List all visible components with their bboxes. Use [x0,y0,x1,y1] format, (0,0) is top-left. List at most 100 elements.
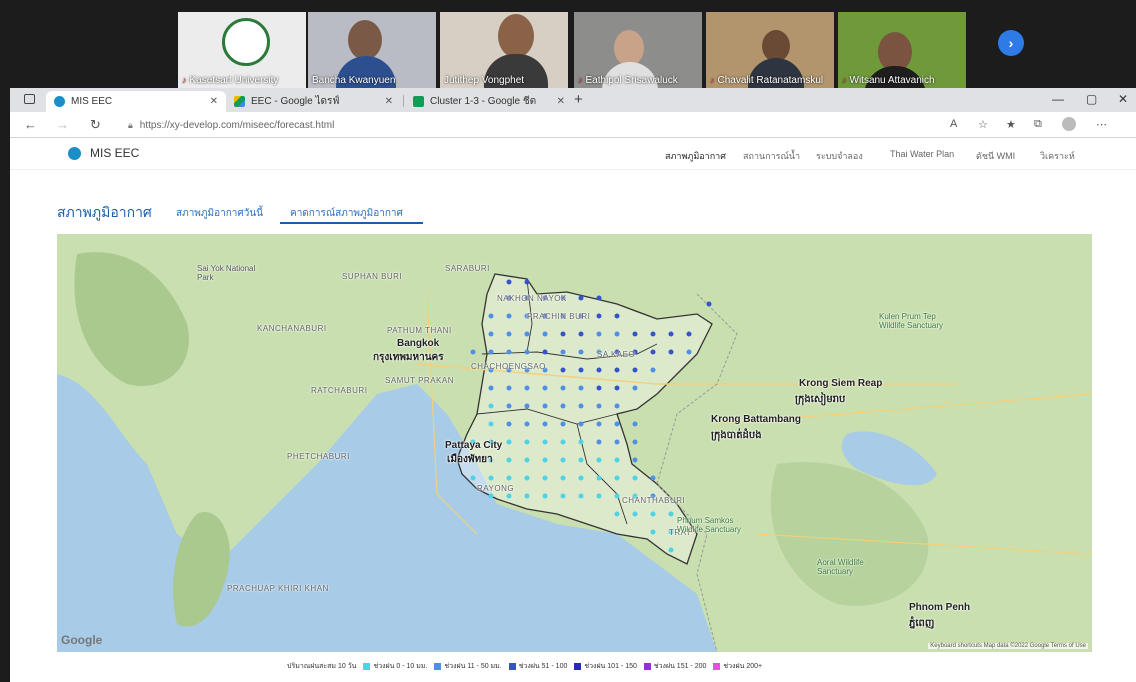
rain-point [686,349,692,355]
rainfall-forecast-map[interactable]: SUPHAN BURI SARABURI KANCHANABURI PATHUM… [57,234,1092,652]
nav-water-situation[interactable]: สถานการณ์น้ำ [743,149,800,163]
map-label-siem-reap: Krong Siem Reap [799,378,883,389]
minimize-icon[interactable]: — [1052,92,1064,106]
favorites-icon[interactable]: ★ [1006,118,1016,131]
video-tile-2[interactable]: Bancha Kwanyuen [308,12,436,88]
map-label-prachuap: PRACHUAP KHIRI KHAN [227,584,329,593]
nav-simulation[interactable]: ระบบจำลอง [816,149,863,163]
rain-point [524,457,530,463]
video-tile-4[interactable]: ♪ Eathipol Srisawaluck [574,12,702,88]
participant-face [614,30,644,66]
profile-avatar[interactable] [1062,117,1076,131]
rain-point [506,457,512,463]
close-icon[interactable]: ✕ [385,96,393,107]
window-edge [0,0,10,682]
tab-label: EEC - Google ไดรฟ์ [251,96,340,107]
nav-climate[interactable]: สภาพภูมิอากาศ [665,149,726,163]
rain-point [632,511,638,517]
collections-icon[interactable]: ⧉ [1034,118,1042,131]
tab-actions-icon[interactable] [24,94,35,104]
rain-point [506,439,512,445]
rain-point [596,475,602,481]
rain-point [560,367,566,373]
map-label-rayong: RAYONG [477,484,515,493]
rain-point [506,331,512,337]
video-tile-5[interactable]: ♪ Chavalit Ratanatamskul [706,12,834,88]
more-menu-icon[interactable]: ⋯ [1096,118,1107,131]
map-label-phnum-samkos: Phnum Samkos Wildlife Sanctuary [677,516,742,534]
rain-point [524,475,530,481]
chevron-right-icon[interactable]: › [998,30,1024,56]
legend-label: ช่วงฝน 11 - 50 มม. [444,662,502,670]
rain-point [560,421,566,427]
rain-point [596,439,602,445]
rain-point [560,385,566,391]
rain-point [506,475,512,481]
close-icon[interactable]: ✕ [557,96,565,107]
rain-point [578,331,584,337]
muted-mic-icon: ♪ [578,75,583,85]
rain-point [560,349,566,355]
tab-climate-forecast[interactable]: คาดการณ์สภาพภูมิอากาศ [290,206,403,221]
legend-swatch [574,662,582,670]
rain-point [578,421,584,427]
rain-point [596,367,602,373]
reload-icon[interactable]: ↻ [90,117,101,133]
legend-item: ช่วงฝน 0 - 10 มม. [363,661,427,672]
app-navbar: MIS EEC สภาพภูมิอากาศ สถานการณ์น้ำ ระบบจ… [10,138,1136,170]
rain-point [524,403,530,409]
rain-point [524,349,530,355]
tab-climate-today[interactable]: สภาพภูมิอากาศวันนี้ [176,206,263,221]
rain-point [524,439,530,445]
rain-point [542,421,548,427]
rain-point [614,367,620,373]
rain-point [506,385,512,391]
legend-label: ช่วงฝน 51 - 100 [518,662,568,670]
rain-point [560,331,566,337]
page-title: สภาพภูมิอากาศ [57,204,152,220]
legend-swatch [363,662,371,670]
rain-point [596,331,602,337]
browser-tab-mis-eec[interactable]: MIS EEC ✕ [46,91,226,112]
rain-point [542,349,548,355]
new-tab-plus-icon[interactable]: + [574,91,583,108]
rain-point [560,457,566,463]
map-label-chachoengsao: CHACHOENGSAO [471,362,546,371]
rain-point [524,493,530,499]
active-tab-indicator [280,222,423,224]
rain-point [524,385,530,391]
video-tile-6[interactable]: ♪ Witsanu Attavanich [838,12,966,88]
participant-name-3: Jutithep Vongphet [444,75,525,86]
rain-point [560,493,566,499]
app-title[interactable]: MIS EEC [90,146,139,160]
read-aloud-icon[interactable]: A [950,118,957,130]
participant-name-6: ♪ Witsanu Attavanich [842,75,935,86]
muted-mic-icon: ♪ [182,75,187,85]
add-favorite-icon[interactable]: ☆ [978,118,988,131]
map-label-siem-reap-km: ក្រុងសៀមរាប [795,394,846,405]
rain-point [578,439,584,445]
nav-wmi-index[interactable]: ดัชนี WMI [976,149,1015,163]
participant-face [348,20,382,60]
browser-tab-sheets[interactable]: Cluster 1-3 - Google ชีต ✕ [405,91,573,112]
close-icon[interactable]: ✕ [210,96,218,107]
video-call-strip: ♪ Kasetsart University Bancha Kwanyuen Ju… [10,0,1136,88]
url-input[interactable]: 🔒︎ https://xy-develop.com/miseec/forecas… [128,116,948,134]
window-close-icon[interactable]: ✕ [1118,92,1128,106]
legend-prefix: ปริมาณฝนสะสม 10 วัน [287,661,356,672]
nav-thai-water-plan[interactable]: Thai Water Plan [890,149,954,159]
back-arrow-icon[interactable]: ← [24,117,37,132]
maximize-icon[interactable]: ▢ [1086,92,1097,106]
rain-point [596,385,602,391]
video-tile-1[interactable]: ♪ Kasetsart University [178,12,306,88]
map-label-battambang: Krong Battambang [711,414,801,425]
video-tile-3[interactable]: Jutithep Vongphet [440,12,568,88]
tab-divider [403,95,404,107]
map-label-ratchaburi: RATCHABURI [311,386,368,395]
browser-tab-drive[interactable]: EEC - Google ไดรฟ์ ✕ [226,91,401,112]
map-attribution[interactable]: Keyboard shortcuts Map data ©2022 Google… [928,643,1088,649]
nav-analysis[interactable]: วิเคราะห์ [1040,149,1075,163]
forward-arrow-icon[interactable]: → [56,117,69,132]
rain-point [706,301,712,307]
rain-point [650,511,656,517]
